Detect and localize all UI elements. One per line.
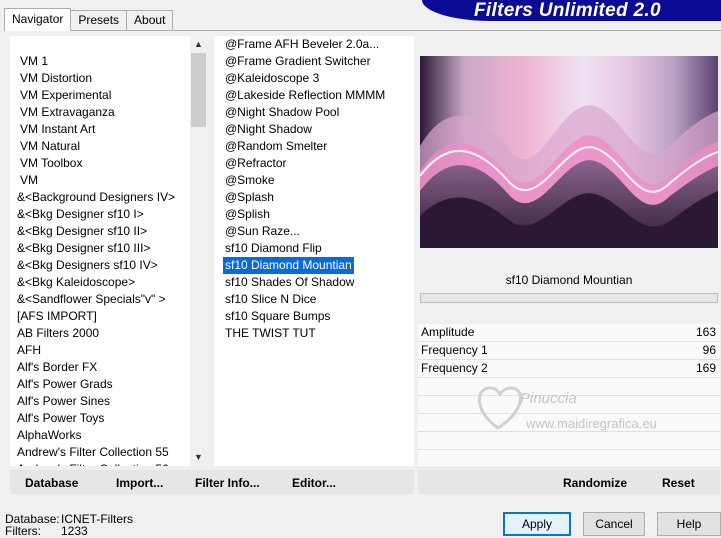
- category-item[interactable]: AB Filters 2000: [17, 325, 99, 342]
- category-item[interactable]: AlphaWorks: [17, 427, 81, 444]
- editor-button[interactable]: Editor...: [292, 470, 336, 494]
- watermark: Pinuccia www.maidiregrafica.eu: [468, 378, 698, 440]
- param-value: 163: [695, 325, 716, 339]
- watermark-name: Pinuccia: [520, 390, 577, 407]
- category-item[interactable]: AFH: [17, 342, 41, 359]
- category-item[interactable]: &<Bkg Designer sf10 II>: [17, 223, 147, 240]
- left-toolbar: Database Import... Filter Info... Editor…: [10, 470, 414, 494]
- app-title: Filters Unlimited 2.0: [474, 0, 661, 21]
- preview-image: [420, 56, 718, 248]
- apply-button[interactable]: Apply: [503, 512, 571, 536]
- category-item[interactable]: &<Bkg Designer sf10 I>: [17, 206, 144, 223]
- filter-item[interactable]: @Frame AFH Beveler 2.0a...: [223, 36, 381, 53]
- category-item[interactable]: Alf's Border FX: [17, 359, 97, 376]
- status-filters-label: Filters:: [5, 524, 41, 538]
- scroll-up-arrow-icon[interactable]: ▲: [190, 36, 207, 53]
- category-scrollbar[interactable]: ▲ ▼: [190, 36, 207, 466]
- tab-presets[interactable]: Presets: [70, 10, 128, 30]
- category-item[interactable]: VM Instant Art: [20, 121, 95, 138]
- category-item[interactable]: Andrew's Filter Collection 55: [17, 444, 169, 461]
- filter-item[interactable]: @Frame Gradient Switcher: [223, 53, 373, 70]
- randomize-button[interactable]: Randomize: [563, 470, 627, 494]
- param-amplitude[interactable]: Amplitude 163: [418, 324, 720, 342]
- selected-filter-name: sf10 Diamond Mountian: [420, 268, 718, 292]
- tab-navigator[interactable]: Navigator: [4, 8, 72, 31]
- param-label: Amplitude: [421, 325, 475, 339]
- cancel-button[interactable]: Cancel: [583, 512, 645, 536]
- filter-item[interactable]: @Sun Raze...: [223, 223, 302, 240]
- scroll-thumb[interactable]: [191, 53, 206, 127]
- category-item[interactable]: &<Sandflower Specials"v" >: [17, 291, 166, 308]
- category-item[interactable]: &<Bkg Designers sf10 IV>: [17, 257, 158, 274]
- param-frequency-1[interactable]: Frequency 1 96: [418, 342, 720, 360]
- category-item[interactable]: Alf's Power Sines: [17, 393, 110, 410]
- category-list[interactable]: VM 1 VM Distortion VM Experimental VM Extra…: [10, 36, 190, 466]
- category-item[interactable]: &<Background Designers IV>: [17, 189, 175, 206]
- filter-list[interactable]: @Frame AFH Beveler 2.0a... @Frame Gradien…: [214, 36, 414, 466]
- category-item[interactable]: &<Bkg Kaleidoscope>: [17, 274, 135, 291]
- help-button[interactable]: Help: [657, 512, 721, 536]
- category-item[interactable]: VM Toolbox: [20, 155, 82, 172]
- watermark-url: www.maidiregrafica.eu: [526, 416, 657, 431]
- import-button[interactable]: Import...: [116, 470, 163, 494]
- filter-item[interactable]: @Random Smelter: [223, 138, 329, 155]
- param-label: Frequency 2: [421, 361, 488, 375]
- category-item[interactable]: VM Natural: [20, 138, 80, 155]
- param-value: 169: [695, 361, 716, 375]
- filter-item[interactable]: @Night Shadow Pool: [223, 104, 341, 121]
- filter-item[interactable]: THE TWIST TUT: [223, 325, 318, 342]
- filter-info-button[interactable]: Filter Info...: [195, 470, 260, 494]
- filter-item[interactable]: sf10 Slice N Dice: [223, 291, 318, 308]
- progress-bar: [420, 293, 718, 303]
- param-value: 96: [702, 343, 716, 357]
- filter-item[interactable]: sf10 Diamond Mountian: [222, 256, 355, 275]
- filter-item[interactable]: @Splash: [223, 189, 276, 206]
- filter-item[interactable]: @Smoke: [223, 172, 277, 189]
- scroll-down-arrow-icon[interactable]: ▼: [190, 449, 207, 466]
- category-item[interactable]: Alf's Power Grads: [17, 376, 113, 393]
- filter-item[interactable]: sf10 Square Bumps: [223, 308, 332, 325]
- param-label: Frequency 1: [421, 343, 488, 357]
- filter-item[interactable]: @Lakeside Reflection MMMM: [223, 87, 387, 104]
- category-item[interactable]: VM Distortion: [20, 70, 92, 87]
- filter-item[interactable]: sf10 Diamond Flip: [223, 240, 324, 257]
- param-frequency-2[interactable]: Frequency 2 169: [418, 360, 720, 378]
- filter-item[interactable]: @Night Shadow: [223, 121, 314, 138]
- filter-item[interactable]: @Kaleidoscope 3: [223, 70, 321, 87]
- category-item[interactable]: [AFS IMPORT]: [17, 308, 97, 325]
- filter-item[interactable]: @Splish: [223, 206, 272, 223]
- reset-button[interactable]: Reset: [662, 470, 695, 494]
- tab-divider: [4, 30, 721, 31]
- right-toolbar: Randomize Reset: [418, 470, 720, 494]
- tab-about[interactable]: About: [126, 10, 174, 30]
- category-item[interactable]: &<Bkg Designer sf10 III>: [17, 240, 150, 257]
- filter-item[interactable]: sf10 Shades Of Shadow: [223, 274, 356, 291]
- database-button[interactable]: Database: [25, 470, 78, 494]
- app-title-banner: Filters Unlimited 2.0: [422, 0, 721, 21]
- category-item[interactable]: Alf's Power Toys: [17, 410, 104, 427]
- category-item[interactable]: VM 1: [20, 53, 48, 70]
- filter-item[interactable]: @Refractor: [223, 155, 289, 172]
- status-filters: Filters: 1233: [5, 524, 88, 538]
- category-item[interactable]: Andrew's Filter Collection 56: [17, 461, 169, 466]
- tab-bar: Navigator Presets About: [4, 8, 174, 31]
- category-item[interactable]: VM: [20, 172, 38, 189]
- category-item[interactable]: VM Experimental: [20, 87, 111, 104]
- category-item[interactable]: VM Extravaganza: [20, 104, 115, 121]
- preview-art: [420, 56, 718, 248]
- status-filters-value: 1233: [61, 524, 88, 538]
